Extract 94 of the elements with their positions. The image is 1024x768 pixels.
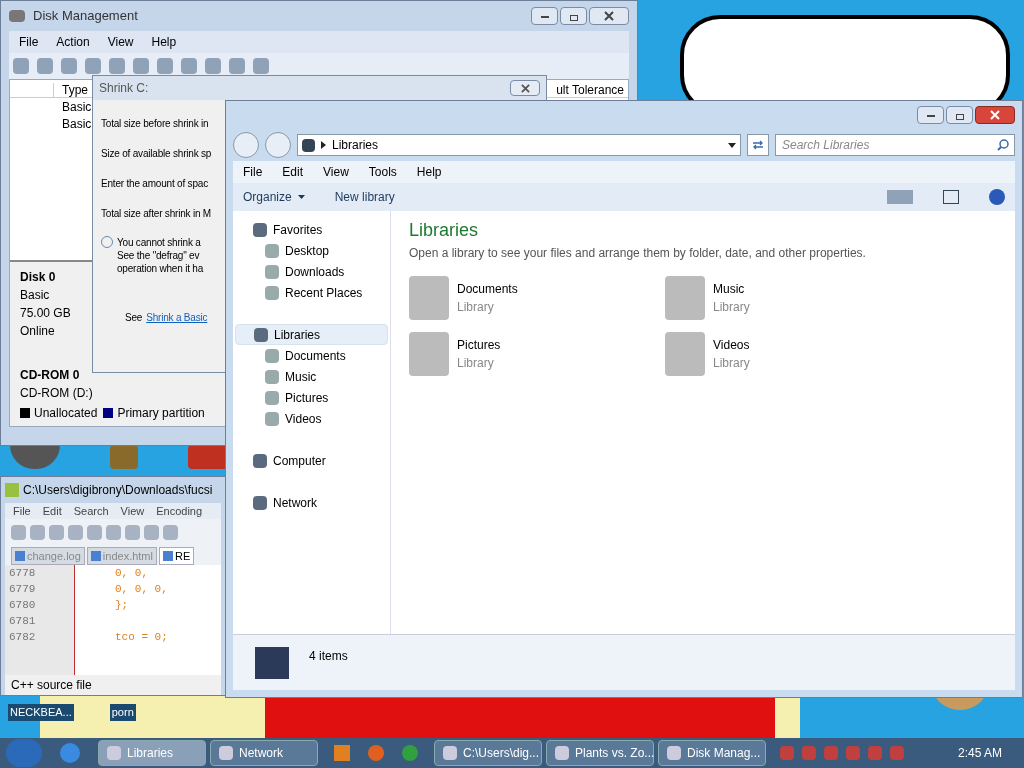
status-text: C++ source file	[11, 677, 92, 694]
maximize-button[interactable]	[946, 106, 973, 124]
window-title: C:\Users\digibrony\Downloads\fucsi	[23, 482, 213, 499]
code-line: };	[115, 598, 130, 613]
start-button[interactable]	[6, 739, 42, 767]
disk-info: Online	[20, 323, 55, 340]
refresh-button[interactable]	[747, 134, 769, 156]
close-icon	[520, 83, 530, 93]
table-cell-text: Basic	[62, 116, 92, 132]
nav-item[interactable]: Favorites	[235, 219, 388, 240]
chevron-right-icon	[321, 141, 326, 149]
table-cell-text: Basic	[62, 99, 92, 115]
nav-item[interactable]: Documents	[235, 345, 388, 366]
disk-info: CD-ROM (D:)	[20, 385, 93, 402]
menu-item[interactable]: File	[13, 502, 31, 520]
menu-item[interactable]: File	[243, 163, 263, 181]
column-header[interactable]: ult Tolerance	[556, 83, 624, 97]
menu-item[interactable]: View	[323, 163, 349, 181]
field-label: Size of available shrink sp	[101, 147, 212, 161]
close-icon	[604, 11, 614, 21]
nav-item[interactable]: Videos	[235, 408, 388, 429]
toolbar-button[interactable]: Organize	[243, 188, 305, 206]
menu-item[interactable]: Search	[73, 502, 109, 520]
disk-info: Basic	[20, 287, 50, 304]
close-button[interactable]	[975, 106, 1015, 124]
nav-item[interactable]: Network	[235, 492, 388, 513]
info-text: See the "defrag" ev	[117, 249, 201, 262]
line-number: 6780	[9, 598, 37, 613]
menu-item[interactable]: Edit	[42, 502, 62, 520]
library-item[interactable]: Documents Library	[409, 274, 665, 322]
menu-item[interactable]: File	[19, 33, 39, 51]
status-text: 4 items	[309, 648, 348, 665]
page-heading: Libraries	[409, 219, 480, 242]
nav-item[interactable]: Music	[235, 366, 388, 387]
menu-item[interactable]: Edit	[282, 163, 304, 181]
file-tab[interactable]: RE	[158, 547, 195, 565]
field-label: Total size after shrink in M	[101, 207, 211, 221]
taskbar-button[interactable]: Plants vs. Zo...	[546, 740, 654, 766]
breadcrumb[interactable]: Libraries	[332, 136, 379, 154]
window-title: Disk Management	[33, 7, 139, 26]
taskbar-button[interactable]: Network	[210, 740, 318, 766]
maximize-button[interactable]	[560, 7, 587, 25]
legend-label: Primary partition	[117, 405, 205, 422]
menu-item[interactable]: Help	[416, 163, 442, 181]
minimize-button[interactable]	[917, 106, 944, 124]
desktop-icon-label[interactable]: NECKBEA...	[8, 704, 74, 721]
library-item[interactable]: Pictures Library	[409, 330, 665, 378]
disk-label: CD-ROM 0	[20, 367, 80, 384]
taskbar-button[interactable]: Disk Manag...	[658, 740, 766, 766]
menu-item[interactable]: Help	[151, 33, 177, 51]
legend-label: Unallocated	[34, 405, 98, 422]
code-line: tco = 0;	[115, 630, 168, 645]
nav-item[interactable]: Libraries	[235, 324, 388, 345]
clock[interactable]: 2:45 AM	[957, 744, 1002, 762]
menu-item[interactable]: Action	[56, 33, 90, 51]
line-number: 6778	[9, 566, 37, 581]
nav-item[interactable]: Desktop	[235, 240, 388, 261]
nav-item[interactable]: Downloads	[235, 261, 388, 282]
library-item[interactable]: Videos Library	[665, 330, 921, 378]
description: Open a library to see your files and arrange them by folder, date, and other properties.	[409, 245, 867, 262]
caret-icon	[297, 195, 305, 199]
line-number: 6781	[9, 614, 37, 629]
close-icon	[990, 110, 1000, 120]
preview-pane-icon	[943, 190, 959, 204]
dropdown-arrow-icon	[728, 142, 736, 148]
dialog-title: Shrink C:	[99, 80, 149, 97]
field-label: Enter the amount of spac	[101, 177, 208, 191]
desktop-icon-label[interactable]: porn	[109, 704, 136, 721]
help-link[interactable]: Shrink a Basic	[146, 310, 208, 325]
disk-info: 75.00 GB	[20, 305, 71, 322]
field-label: Total size before shrink in	[101, 117, 209, 131]
menu-item[interactable]: View	[120, 502, 145, 520]
library-item[interactable]: Music Library	[665, 274, 921, 322]
minimize-button[interactable]	[531, 7, 558, 25]
line-number: 6779	[9, 582, 37, 597]
menu-item[interactable]: Encoding	[156, 502, 203, 520]
code-line: 0, 0,	[115, 566, 149, 581]
code-line: 0, 0, 0,	[115, 582, 168, 597]
nav-item[interactable]: Computer	[235, 450, 388, 471]
toolbar-button[interactable]: New library	[334, 188, 395, 206]
close-button[interactable]	[510, 80, 540, 96]
search-field[interactable]: Search Libraries	[775, 134, 1015, 156]
info-text: operation when it ha	[117, 262, 204, 275]
nav-item[interactable]: Recent Places	[235, 282, 388, 303]
disk-label: Disk 0	[20, 269, 56, 286]
see-text: See	[125, 311, 143, 325]
nav-item[interactable]: Pictures	[235, 387, 388, 408]
line-number: 6782	[9, 630, 37, 645]
menu-item[interactable]: View	[107, 33, 134, 51]
taskbar-button[interactable]: C:\Users\dig...	[434, 740, 542, 766]
close-button[interactable]	[589, 7, 629, 25]
address-bar[interactable]: Libraries	[297, 134, 741, 156]
info-text: You cannot shrink a	[117, 236, 202, 249]
menu-item[interactable]: Tools	[368, 163, 397, 181]
